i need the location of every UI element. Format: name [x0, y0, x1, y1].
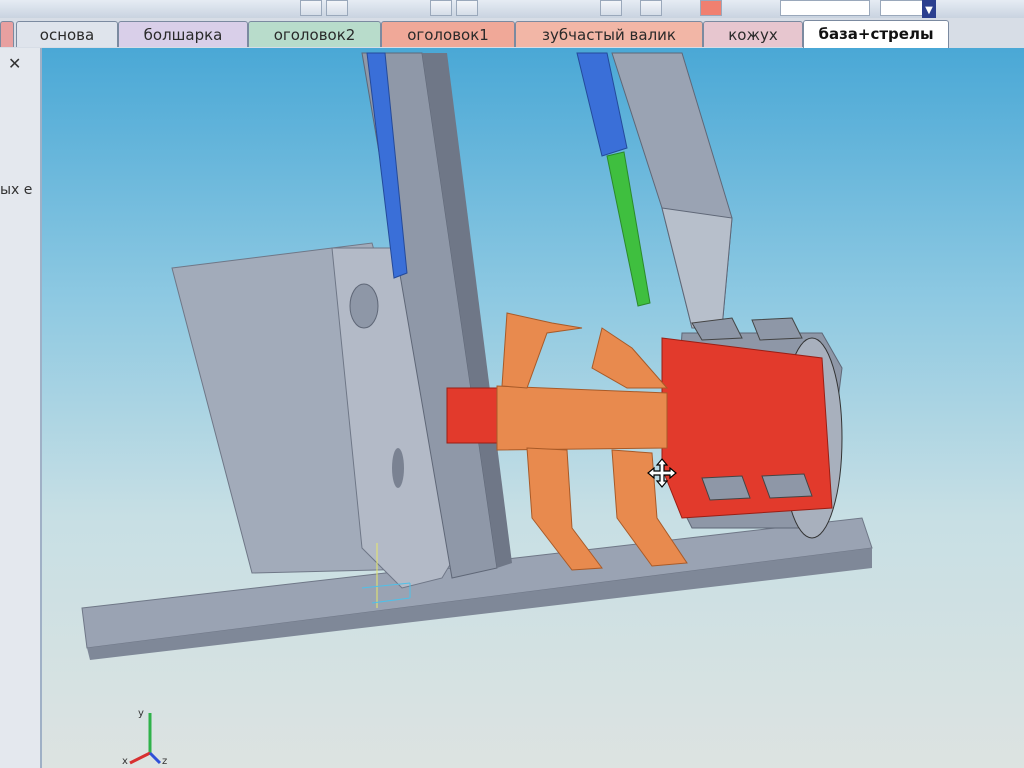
orange-tine	[501, 312, 583, 389]
panel-partial-text: ых е	[0, 182, 33, 198]
toolbar-button[interactable]	[600, 0, 622, 16]
model-render: y x z	[81, 52, 873, 767]
tab-kozhukh[interactable]: кожух	[703, 21, 803, 47]
gear-tooth	[761, 473, 813, 499]
gear-tooth	[751, 317, 803, 341]
axis-label-z: z	[162, 756, 167, 767]
tab-bolsharka[interactable]: болшарка	[118, 21, 248, 47]
tab-partial[interactable]	[0, 21, 14, 47]
toolbar-button[interactable]	[456, 0, 478, 16]
toolbar-button[interactable]	[640, 0, 662, 16]
3d-viewport[interactable]: y x z	[42, 48, 1024, 768]
tab-zubchasty-valik[interactable]: зубчастый валик	[515, 21, 703, 47]
bolt-hole	[392, 448, 404, 488]
axis-triad-icon	[129, 713, 162, 765]
toolbar-button[interactable]	[700, 0, 722, 16]
left-panel: ✕ ых е	[0, 48, 42, 768]
tab-osnova[interactable]: основа	[16, 21, 118, 47]
orange-hub	[496, 385, 668, 451]
toolbar-field[interactable]	[880, 0, 924, 16]
document-tabs: основа болшарка оголовок2 оголовок1 зубч…	[0, 18, 1024, 48]
toolbar-field[interactable]	[780, 0, 870, 16]
toolbar-button[interactable]	[326, 0, 348, 16]
toolbar-button[interactable]	[430, 0, 452, 16]
axis-label-y: y	[138, 708, 144, 719]
close-icon[interactable]: ✕	[8, 54, 21, 73]
toolbar-button[interactable]	[300, 0, 322, 16]
top-toolbar: ▼	[0, 0, 1024, 22]
gear-tooth	[701, 475, 751, 501]
arm-bracket	[661, 207, 733, 329]
tab-ogolovok1[interactable]: оголовок1	[381, 21, 515, 47]
orange-tine	[591, 327, 669, 389]
axis-label-x: x	[122, 756, 128, 767]
tab-baza-strely[interactable]: база+стрелы	[803, 20, 949, 48]
tab-ogolovok2[interactable]: оголовок2	[248, 21, 381, 47]
piston-rod	[606, 151, 651, 307]
bolt-hole	[349, 283, 379, 329]
